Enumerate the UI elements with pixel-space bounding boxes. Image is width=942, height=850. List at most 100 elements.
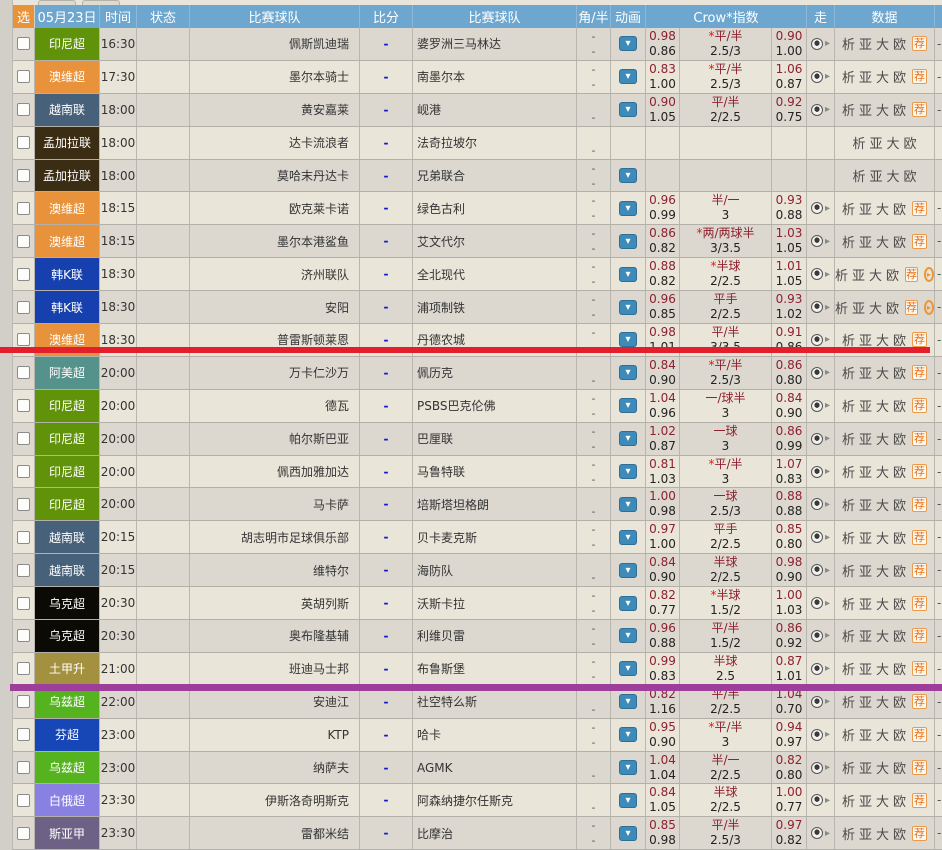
animation-icon[interactable]: ▾ [619,168,637,183]
row-checkbox[interactable] [17,761,30,774]
data-link-0[interactable]: 析 [842,462,855,481]
football-icon[interactable] [811,104,823,116]
data-link-1[interactable]: 亚 [859,363,872,382]
recommend-badge[interactable]: 荐 [912,793,927,808]
home-team-link[interactable]: 达卡流浪者 [190,127,360,159]
data-link-2[interactable]: 大 [876,199,889,218]
data-link-1[interactable]: 亚 [869,166,882,185]
trend-arrow-icon[interactable]: ▸ [825,203,830,214]
data-link-0[interactable]: 析 [842,528,855,547]
animation-icon[interactable]: ▾ [619,497,637,512]
away-team-link[interactable]: 兄弟联合 [413,160,577,192]
away-team-link[interactable]: 比摩治 [413,817,577,849]
away-team-link[interactable]: 马鲁特联 [413,456,577,488]
row-checkbox[interactable] [17,728,30,741]
football-icon[interactable] [811,794,823,806]
trend-arrow-icon[interactable]: ▸ [825,400,830,411]
animation-icon[interactable]: ▾ [619,69,637,84]
trend-arrow-icon[interactable]: ▸ [825,367,830,378]
football-icon[interactable] [811,696,823,708]
home-team-link[interactable]: 黄安嘉莱 [190,94,360,126]
recommend-badge[interactable]: 荐 [905,267,918,282]
league-badge[interactable]: 澳维超 [35,192,99,224]
league-badge[interactable]: 印尼超 [35,390,99,422]
data-link-3[interactable]: 欧 [893,659,906,678]
data-link-2[interactable]: 大 [876,561,889,580]
trend-arrow-icon[interactable]: ▸ [825,565,830,576]
home-team-link[interactable]: 墨尔本港鲨鱼 [190,225,360,257]
data-link-0[interactable]: 析 [842,199,855,218]
data-link-1[interactable]: 亚 [852,265,865,284]
home-team-link[interactable]: 莫哈末丹达卡 [190,160,360,192]
data-link-3[interactable]: 欧 [893,824,906,843]
animation-icon[interactable]: ▾ [619,267,637,282]
data-link-2[interactable]: 大 [869,298,882,317]
data-link-3[interactable]: 欧 [893,626,906,645]
animation-icon[interactable]: ▾ [619,760,637,775]
league-badge[interactable]: 越南联 [35,94,99,126]
data-link-2[interactable]: 大 [876,232,889,251]
animation-icon[interactable]: ▾ [619,793,637,808]
football-icon[interactable] [811,38,823,50]
recommend-badge[interactable]: 荐 [912,628,927,643]
football-icon[interactable] [811,235,823,247]
football-icon[interactable] [811,531,823,543]
football-icon[interactable] [811,827,823,839]
recommend-badge[interactable]: 荐 [912,563,927,578]
animation-icon[interactable]: ▾ [619,431,637,446]
data-link-0[interactable]: 析 [842,429,855,448]
recommend-badge[interactable]: 荐 [912,36,927,51]
away-team-link[interactable]: 培斯塔坦格朗 [413,488,577,520]
data-link-1[interactable]: 亚 [859,594,872,613]
data-link-1[interactable]: 亚 [859,626,872,645]
row-checkbox[interactable] [17,268,30,281]
data-link-1[interactable]: 亚 [852,298,865,317]
recommend-badge[interactable]: 荐 [912,727,927,742]
data-link-1[interactable]: 亚 [859,232,872,251]
animation-icon[interactable]: ▾ [619,300,637,315]
row-checkbox[interactable] [17,662,30,675]
data-link-3[interactable]: 欧 [904,166,917,185]
trend-arrow-icon[interactable]: ▸ [825,663,830,674]
trend-arrow-icon[interactable]: ▸ [825,334,830,345]
data-link-3[interactable]: 欧 [904,133,917,152]
away-team-link[interactable]: PSBS巴克伦佛 [413,390,577,422]
data-link-0[interactable]: 析 [842,67,855,86]
data-link-1[interactable]: 亚 [859,659,872,678]
row-checkbox[interactable] [17,202,30,215]
row-checkbox[interactable] [17,531,30,544]
data-link-2[interactable]: 大 [876,67,889,86]
data-link-3[interactable]: 欧 [893,725,906,744]
row-checkbox[interactable] [17,597,30,610]
data-link-2[interactable]: 大 [876,626,889,645]
data-link-2[interactable]: 大 [876,758,889,777]
data-link-0[interactable]: 析 [842,34,855,53]
away-team-link[interactable]: 利维贝雷 [413,620,577,652]
trend-arrow-icon[interactable]: ▸ [825,598,830,609]
data-link-1[interactable]: 亚 [859,725,872,744]
data-link-2[interactable]: 大 [876,528,889,547]
animation-icon[interactable]: ▾ [619,596,637,611]
away-team-link[interactable]: 佩历克 [413,357,577,389]
recommend-badge[interactable]: 荐 [912,596,927,611]
animation-icon[interactable]: ▾ [619,694,637,709]
league-badge[interactable]: 土甲升 [35,653,99,685]
data-link-0[interactable]: 析 [842,594,855,613]
data-link-0[interactable]: 析 [842,758,855,777]
recommend-badge[interactable]: 荐 [912,234,927,249]
home-team-link[interactable]: 胡志明市足球俱乐部 [190,521,360,553]
data-link-0[interactable]: 析 [842,495,855,514]
data-link-2[interactable]: 大 [876,429,889,448]
data-link-3[interactable]: 欧 [893,199,906,218]
data-link-3[interactable]: 欧 [886,265,899,284]
row-checkbox[interactable] [17,498,30,511]
home-team-link[interactable]: 维特尔 [190,554,360,586]
data-link-1[interactable]: 亚 [859,758,872,777]
trend-arrow-icon[interactable]: ▸ [825,762,830,773]
football-icon[interactable] [811,663,823,675]
row-checkbox[interactable] [17,301,30,314]
away-team-link[interactable]: 南墨尔本 [413,61,577,93]
data-link-2[interactable]: 大 [869,265,882,284]
away-team-link[interactable]: 岘港 [413,94,577,126]
recommend-badge[interactable]: 荐 [912,530,927,545]
